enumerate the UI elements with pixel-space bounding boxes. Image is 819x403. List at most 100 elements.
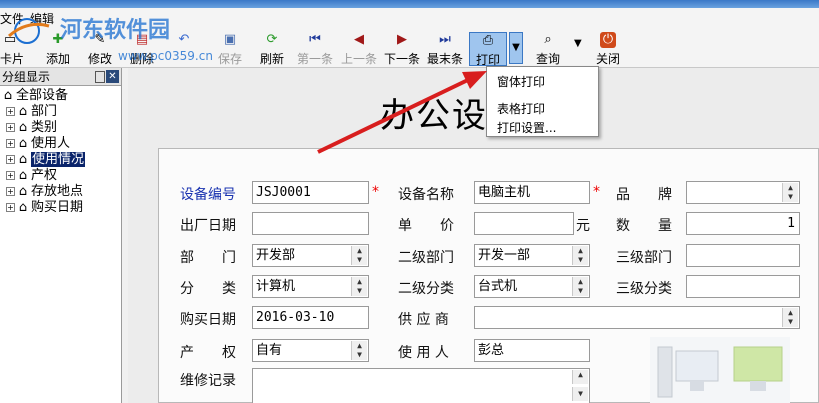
expand-icon[interactable]: +	[6, 107, 15, 116]
dept2-select[interactable]: 开发一部 ▲ ▼	[474, 244, 590, 267]
group-tree: ⌂ 全部设备 + ⌂ 部门 + ⌂ 类别 + ⌂ 使用人 + ⌂ 使用情况 + ⌂ 产权 + ⌂ 存放地点…	[0, 88, 86, 216]
device-no-field[interactable]: JSJ0001	[252, 181, 369, 204]
printer-icon: ⎙	[482, 33, 494, 48]
scroll-up-icon[interactable]: ▲	[572, 370, 588, 384]
dept-select[interactable]: 开发部 ▲ ▼	[252, 244, 369, 267]
tree-item-usage[interactable]: + ⌂ 使用情况	[6, 152, 86, 168]
expand-icon[interactable]: +	[6, 187, 15, 196]
dept3-label: 三级部门	[616, 250, 672, 266]
print-button[interactable]: ⎙ 打印	[469, 32, 507, 67]
home-icon: ⌂	[18, 200, 28, 215]
expand-icon[interactable]: +	[6, 155, 15, 164]
user-field[interactable]: 彭总	[474, 339, 590, 362]
unit-price-label: 单 价	[398, 218, 454, 234]
close-button[interactable]: ⏻ 关闭	[594, 32, 622, 66]
spinner-icon[interactable]: ▲ ▼	[351, 277, 367, 296]
spinner-icon[interactable]: ▲ ▼	[572, 246, 588, 265]
next-record-button[interactable]: ▶ 下一条	[383, 32, 421, 66]
home-icon: ⌂	[18, 152, 28, 167]
quantity-label: 数 量	[616, 218, 672, 234]
dept2-label: 二级部门	[398, 250, 454, 266]
tree-item-location[interactable]: + ⌂ 存放地点	[6, 184, 85, 200]
print-dropdown-button[interactable]: ▼	[509, 32, 523, 64]
category-select[interactable]: 计算机 ▲ ▼	[252, 275, 369, 298]
menu-item-print-settings[interactable]: 打印设置...	[497, 119, 556, 136]
save-button[interactable]: ▣ 保存	[216, 32, 244, 66]
category2-label: 二级分类	[398, 281, 454, 297]
expand-icon[interactable]: +	[6, 203, 15, 212]
prev-record-button[interactable]: ◀ 上一条	[340, 32, 378, 66]
group-panel-header: 分组显示 ✕	[0, 68, 121, 86]
query-dropdown-button[interactable]: ▼	[574, 38, 582, 49]
tree-item-purchase-date[interactable]: + ⌂ 购买日期	[6, 200, 85, 216]
menu-item-form-print[interactable]: 窗体打印	[497, 73, 545, 90]
expand-icon[interactable]: +	[6, 139, 15, 148]
home-icon: ⌂	[18, 184, 28, 199]
query-button[interactable]: ⌕ 查询	[532, 32, 564, 66]
home-icon: ⌂	[18, 136, 28, 151]
device-no-label: 设备编号	[180, 187, 236, 203]
brand-select[interactable]: ▲ ▼	[686, 181, 800, 204]
group-panel-title: 分组显示	[2, 70, 51, 84]
tree-item-dept[interactable]: + ⌂ 部门	[6, 104, 85, 120]
required-mark: *	[593, 184, 600, 200]
expand-icon[interactable]: +	[6, 123, 15, 132]
device-name-label: 设备名称	[398, 187, 454, 203]
menu-item-table-print[interactable]: 表格打印	[497, 100, 545, 117]
purchase-date-field[interactable]: 2016-03-10	[252, 306, 369, 329]
power-icon: ⏻	[600, 32, 616, 48]
tree-item-ownership[interactable]: + ⌂ 产权	[6, 168, 85, 184]
chevron-down-icon: ▼	[574, 38, 582, 49]
watermark-url: www.pc0359.cn	[118, 49, 213, 63]
prev-record-icon: ◀	[354, 32, 364, 47]
supplier-select[interactable]: ▲ ▼	[474, 306, 800, 329]
last-record-icon: ⏭	[439, 32, 451, 47]
spinner-icon[interactable]: ▲ ▼	[782, 183, 798, 202]
next-record-icon: ▶	[397, 32, 407, 47]
ownership-label: 产 权	[180, 345, 236, 361]
watermark-logo	[8, 18, 50, 44]
first-record-icon: ⏮	[309, 32, 321, 47]
last-record-button[interactable]: ⏭ 最末条	[425, 32, 465, 66]
purchase-date-label: 购买日期	[180, 312, 236, 328]
tree-root[interactable]: ⌂ 全部设备	[2, 88, 81, 104]
close-icon[interactable]: ✕	[106, 70, 119, 83]
category-label: 分 类	[180, 281, 236, 297]
undo-icon: ↶	[178, 32, 190, 47]
ownership-select[interactable]: 自有 ▲ ▼	[252, 339, 369, 362]
tree-item-category[interactable]: + ⌂ 类别	[6, 120, 85, 136]
dept3-field[interactable]	[686, 244, 800, 267]
expand-icon[interactable]: +	[6, 171, 15, 180]
tree-item-user[interactable]: + ⌂ 使用人	[6, 136, 85, 152]
device-name-field[interactable]: 电脑主机	[474, 181, 590, 204]
first-record-button[interactable]: ⏮ 第一条	[296, 32, 334, 66]
quantity-field[interactable]: 1	[686, 212, 800, 235]
required-mark: *	[372, 184, 379, 200]
repair-textarea[interactable]: ▲ ▼	[252, 368, 590, 403]
brand-label: 品 牌	[616, 187, 672, 203]
print-dropdown-menu: 窗体打印 表格打印 打印设置...	[486, 66, 599, 137]
dept-label: 部 门	[180, 250, 236, 266]
spinner-icon[interactable]: ▲ ▼	[572, 277, 588, 296]
category3-label: 三级分类	[616, 281, 672, 297]
category2-select[interactable]: 台式机 ▲ ▼	[474, 275, 590, 298]
window-titlebar	[0, 0, 819, 8]
factory-date-field[interactable]	[252, 212, 369, 235]
home-icon: ⌂	[18, 168, 28, 183]
factory-date-label: 出厂日期	[180, 218, 236, 234]
category3-field[interactable]	[686, 275, 800, 298]
scroll-down-icon[interactable]: ▼	[572, 387, 588, 401]
refresh-button[interactable]: ⟳ 刷新	[258, 32, 286, 66]
device-pictures	[650, 337, 790, 403]
watermark-text: 河东软件园	[60, 17, 171, 43]
spinner-icon[interactable]: ▲ ▼	[782, 308, 798, 327]
home-icon: ⌂	[18, 104, 28, 119]
repair-label: 维修记录	[180, 373, 236, 389]
user-label: 使 用 人	[398, 345, 449, 361]
spinner-icon[interactable]: ▲ ▼	[351, 246, 367, 265]
home-icon: ⌂	[3, 88, 13, 103]
spinner-icon[interactable]: ▲ ▼	[351, 341, 367, 360]
unit-price-field[interactable]	[474, 212, 574, 235]
query-icon: ⌕	[544, 32, 552, 47]
pin-icon[interactable]	[95, 71, 105, 83]
